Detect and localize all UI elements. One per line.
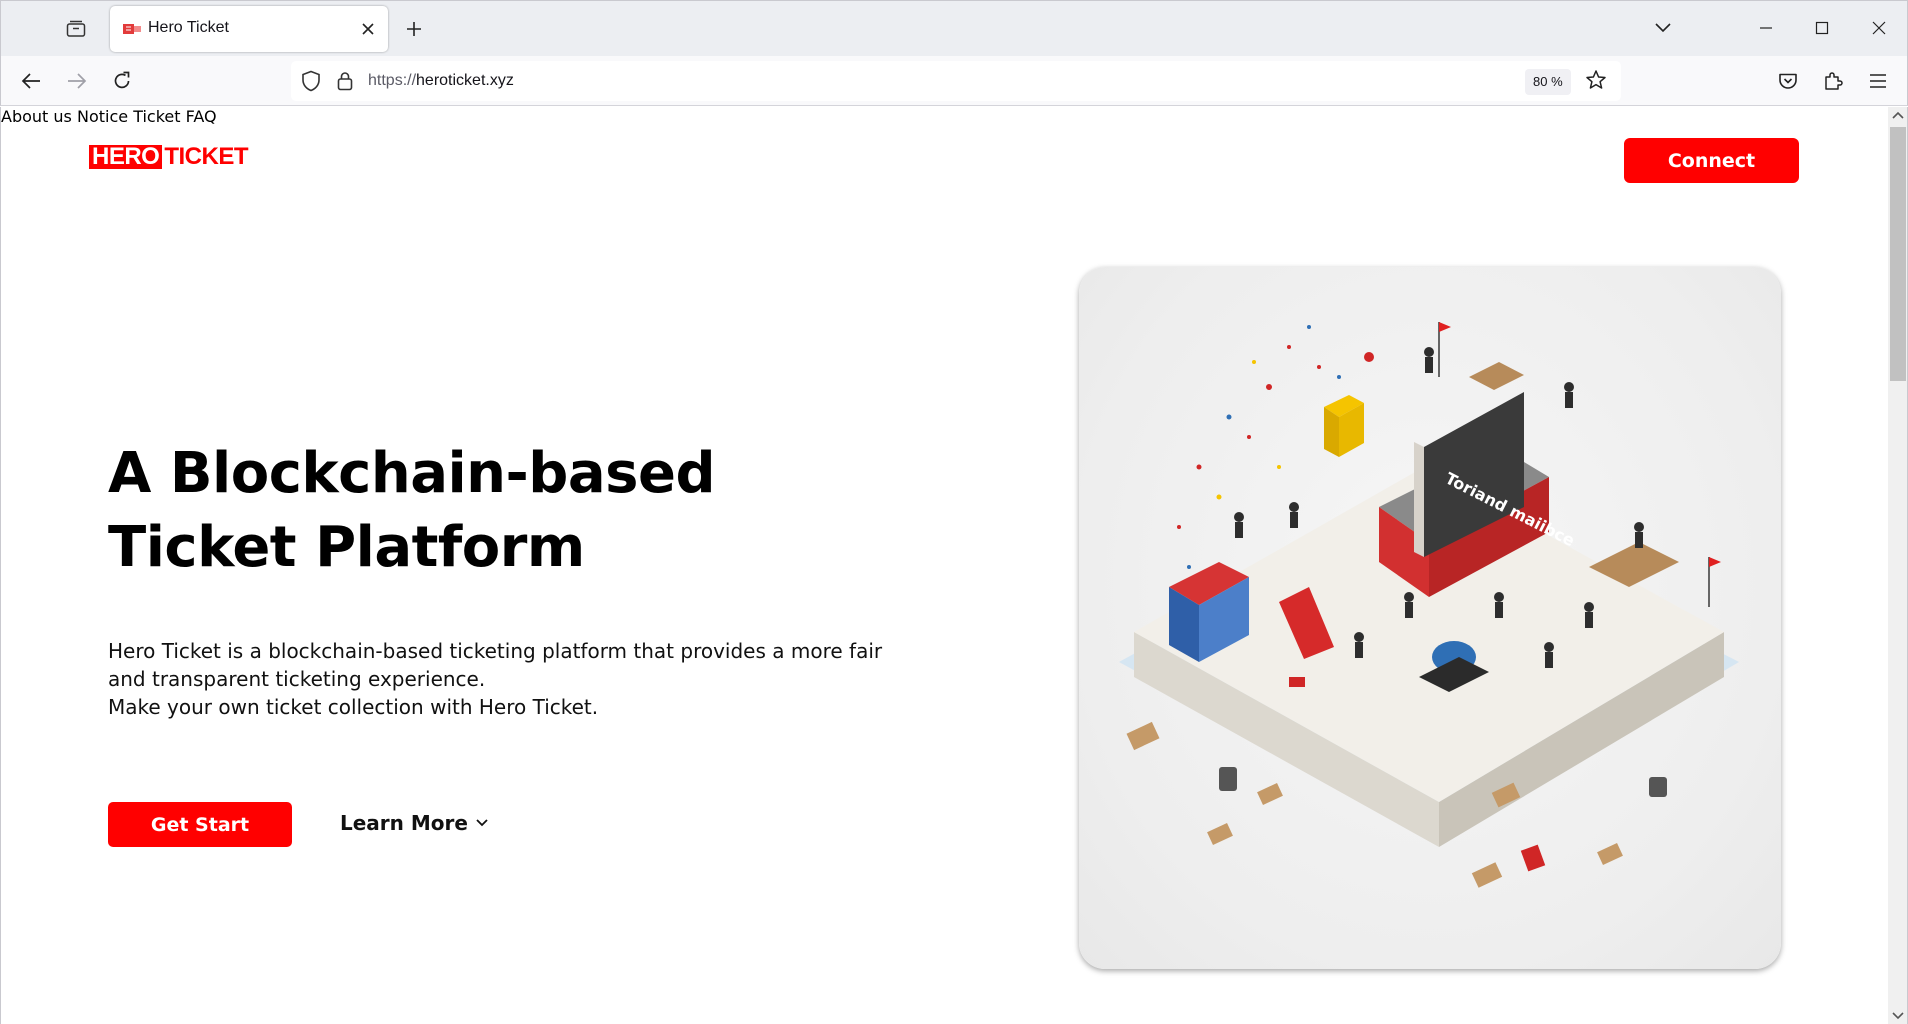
logo-hero-text: HERO (89, 145, 163, 169)
tab-close-button[interactable] (357, 18, 379, 40)
app-menu-button[interactable] (1861, 64, 1895, 98)
page-viewport: HERO TICKET About us Notice Ticket FAQ Co… (0, 107, 1888, 1024)
reload-icon (114, 71, 130, 89)
tab-list-button[interactable] (59, 15, 93, 43)
maximize-icon (1815, 21, 1829, 35)
hero-description-line-2: Make your own ticket collection with Her… (108, 695, 599, 719)
lock-icon (337, 72, 353, 91)
pocket-button[interactable] (1771, 64, 1805, 98)
hero-illustration: Toriand maiibce (1079, 267, 1781, 969)
hamburger-icon (1870, 74, 1886, 88)
pocket-icon (1779, 73, 1797, 89)
get-start-button[interactable]: Get Start (108, 802, 292, 847)
tab-list-icon (66, 20, 86, 37)
hero-title: A Blockchain-based Ticket Platform (108, 441, 716, 580)
chevron-down-icon (1655, 23, 1671, 33)
plus-icon (407, 22, 421, 36)
hero-description: Hero Ticket is a blockchain-based ticket… (108, 637, 908, 721)
chevron-down-icon (476, 819, 488, 827)
minimize-button[interactable] (1746, 11, 1786, 45)
window-close-button[interactable] (1859, 11, 1899, 45)
page-scrollbar[interactable] (1888, 107, 1908, 1024)
url-host: heroticket.xyz (416, 72, 514, 89)
address-bar[interactable]: https://heroticket.xyz 80 % (291, 61, 1621, 101)
arrow-right-icon (68, 73, 87, 89)
extensions-button[interactable] (1816, 64, 1850, 98)
star-icon[interactable] (1585, 69, 1607, 91)
close-icon (1872, 21, 1886, 35)
forward-button[interactable] (60, 64, 94, 98)
url-scheme: https:// (368, 72, 417, 89)
connect-button[interactable]: Connect (1624, 138, 1799, 183)
new-tab-button[interactable] (399, 14, 429, 44)
scroll-thumb[interactable] (1890, 127, 1906, 381)
site-nav: About us Notice Ticket FAQ (1, 107, 1888, 126)
hero-description-line-1: Hero Ticket is a blockchain-based ticket… (108, 639, 883, 691)
back-button[interactable] (14, 64, 48, 98)
scroll-up-arrow-icon[interactable] (1892, 111, 1904, 119)
nav-faq[interactable]: FAQ (186, 107, 217, 126)
reload-button[interactable] (105, 64, 139, 98)
url-text[interactable]: https://heroticket.xyz (368, 72, 514, 90)
shield-icon (302, 70, 320, 92)
minimize-icon (1760, 27, 1772, 29)
nav-ticket[interactable]: Ticket (133, 107, 180, 126)
maximize-button[interactable] (1802, 11, 1842, 45)
logo-ticket-text: TICKET (164, 143, 249, 170)
tab-title: Hero Ticket (148, 19, 229, 36)
close-icon (362, 23, 374, 35)
ticket-favicon-icon (123, 24, 141, 34)
scroll-down-arrow-icon[interactable] (1892, 1012, 1904, 1020)
browser-toolbar: https://heroticket.xyz 80 % (0, 56, 1908, 106)
tab-hero-ticket[interactable]: Hero Ticket (110, 6, 388, 52)
learn-more-button[interactable]: Learn More (340, 811, 488, 835)
zoom-reset-button[interactable]: 80 % (1525, 69, 1571, 95)
site-logo[interactable]: HERO TICKET (89, 143, 249, 170)
list-all-tabs-button[interactable] (1643, 11, 1683, 45)
learn-more-label: Learn More (340, 811, 468, 835)
browser-tab-strip: Hero Ticket (0, 0, 1908, 56)
nav-notice[interactable]: Notice (77, 107, 128, 126)
nav-about-us[interactable]: About us (1, 107, 72, 126)
arrow-left-icon (21, 73, 40, 89)
puzzle-icon (1825, 72, 1843, 90)
isometric-concert-illustration: Toriand maiibce (1119, 322, 1739, 888)
